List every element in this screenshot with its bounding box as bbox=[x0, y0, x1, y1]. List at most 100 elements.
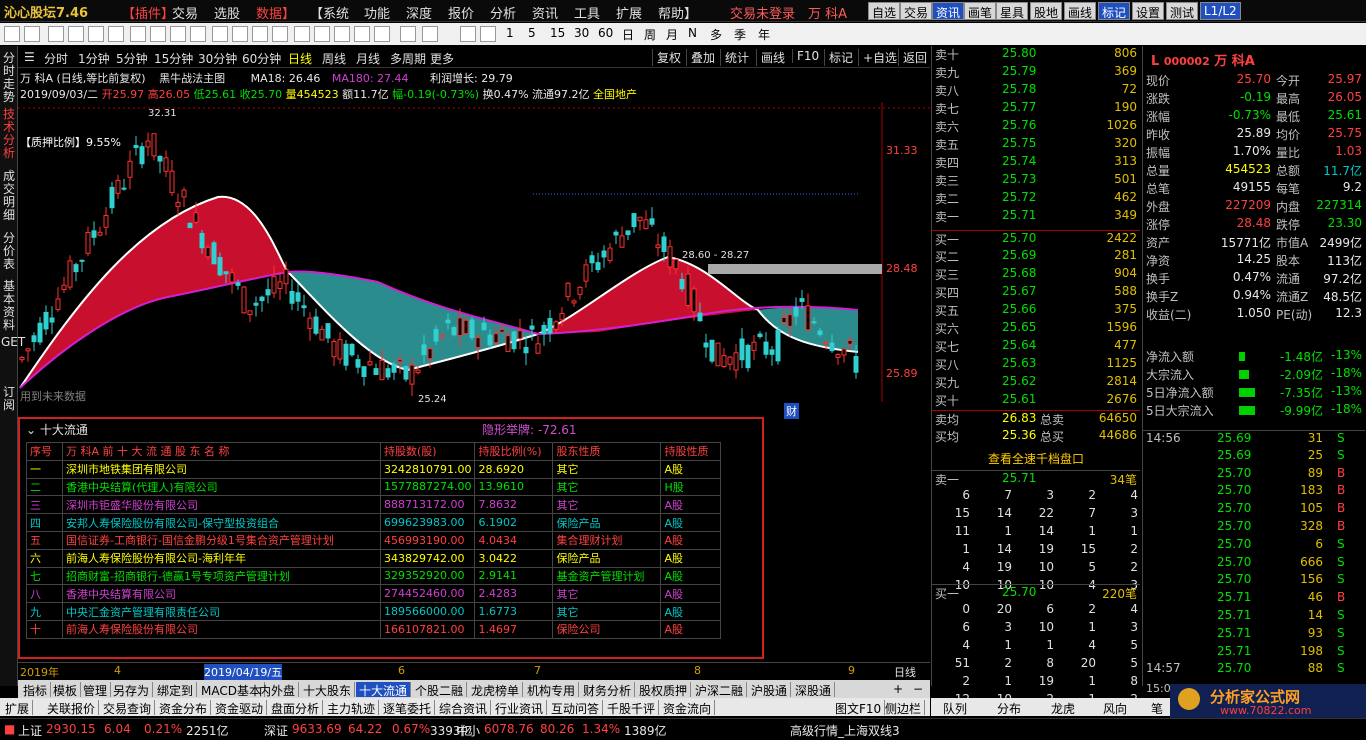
tab-get[interactable]: GET bbox=[1, 336, 25, 349]
ask-row[interactable]: 卖五 25.75 320 bbox=[932, 136, 1140, 154]
zx-label[interactable]: 中小 bbox=[456, 722, 480, 739]
refresh-icon[interactable] bbox=[480, 26, 496, 42]
btn-star[interactable]: 星具 bbox=[996, 2, 1029, 20]
bid-row[interactable]: 买七 25.64 477 bbox=[932, 338, 1140, 356]
period-30min[interactable]: 30分钟 bbox=[198, 50, 237, 67]
menu-depth[interactable]: 深度 bbox=[406, 3, 432, 22]
btn-adjust[interactable]: 复权 bbox=[652, 49, 681, 66]
tab-szconnect[interactable]: 深股通 bbox=[792, 682, 836, 698]
period-30[interactable]: 30 bbox=[574, 26, 589, 40]
btn-add-watch[interactable]: +自选 bbox=[858, 49, 897, 66]
menu-quote[interactable]: 报价 bbox=[448, 3, 474, 22]
line-icon[interactable] bbox=[150, 26, 166, 42]
bid-row[interactable]: 买二 25.69 281 bbox=[932, 248, 1140, 266]
ask-row[interactable]: 卖二 25.72 462 bbox=[932, 190, 1140, 208]
tab-pledge[interactable]: 股权质押 bbox=[636, 682, 692, 698]
btn-pen[interactable]: 画笔 bbox=[964, 2, 997, 20]
tab-margin[interactable]: 个股二融 bbox=[412, 682, 468, 698]
tab-comment[interactable]: 千股千评 bbox=[604, 700, 660, 716]
chart-menu-icon[interactable]: ☰ bbox=[24, 50, 35, 64]
tab-industry-news[interactable]: 行业资讯 bbox=[492, 700, 548, 716]
period-60min[interactable]: 60分钟 bbox=[242, 50, 281, 67]
menu-trade[interactable]: 交易 bbox=[172, 3, 198, 22]
menu-function[interactable]: 功能 bbox=[364, 3, 390, 22]
tab-template[interactable]: 模板 bbox=[50, 682, 82, 698]
tab-stroke[interactable]: 笔 bbox=[1151, 700, 1163, 717]
menu-news[interactable]: 资讯 bbox=[532, 3, 558, 22]
ask-row[interactable]: 卖一 25.71 349 bbox=[932, 208, 1140, 226]
tab-inout[interactable]: 内外盘 bbox=[256, 682, 300, 698]
indicator-name[interactable]: 黑牛战法主图 bbox=[159, 72, 225, 85]
period-multi[interactable]: 多 bbox=[710, 26, 722, 43]
tab-timeshare[interactable]: 分时走势 bbox=[1, 52, 17, 104]
tab-institution[interactable]: 机构专用 bbox=[524, 682, 580, 698]
sh-label[interactable]: 上证 bbox=[18, 722, 42, 739]
candle-icon[interactable] bbox=[130, 26, 146, 42]
tab-dragon[interactable]: 龙虎 bbox=[1051, 700, 1075, 717]
tab-distribution[interactable]: 分布 bbox=[997, 700, 1021, 717]
ask-row[interactable]: 卖八 25.78 72 bbox=[932, 82, 1140, 100]
holder-row[interactable]: 五国信证券-工商银行-国信金鹏分级1号集合资产管理计划 456993190.00 4… bbox=[26, 530, 722, 550]
menu-system[interactable]: 【系统 bbox=[310, 3, 349, 22]
tab-f10-graphic[interactable]: 图文F10 bbox=[832, 700, 886, 716]
ask-row[interactable]: 卖三 25.73 501 bbox=[932, 172, 1140, 190]
tab-fund-drive[interactable]: 资金驱动 bbox=[212, 700, 268, 716]
tab-dragon-tiger[interactable]: 龙虎榜单 bbox=[468, 682, 524, 698]
ask-row[interactable]: 卖十 25.80 806 bbox=[932, 46, 1140, 64]
tab-fund-flow[interactable]: 资金流向 bbox=[660, 700, 716, 716]
window-icon[interactable] bbox=[460, 26, 476, 42]
period-60[interactable]: 60 bbox=[598, 26, 613, 40]
btn-test[interactable]: 测试 bbox=[1166, 2, 1199, 20]
period-more[interactable]: 更多 bbox=[430, 50, 454, 67]
tab-news-all[interactable]: 综合资讯 bbox=[436, 700, 492, 716]
bid-row[interactable]: 买三 25.68 904 bbox=[932, 266, 1140, 284]
holder-row[interactable]: 七招商财富-招商银行-德赢1号专项资产管理计划 329352920.00 2.914… bbox=[26, 566, 722, 586]
tab-saveas[interactable]: 另存为 bbox=[110, 682, 154, 698]
minus-icon[interactable]: − bbox=[910, 682, 926, 697]
btn-overlay[interactable]: 叠加 bbox=[686, 49, 715, 66]
tab-trade-query[interactable]: 交易查询 bbox=[100, 700, 156, 716]
tab-shconnect[interactable]: 沪股通 bbox=[748, 682, 792, 698]
history-icon[interactable] bbox=[272, 26, 288, 42]
tab-macd[interactable]: MACD基本 bbox=[198, 682, 265, 698]
bid-row[interactable]: 买九 25.62 2814 bbox=[932, 374, 1140, 392]
columns-icon[interactable] bbox=[190, 26, 206, 42]
ask-row[interactable]: 卖七 25.77 190 bbox=[932, 100, 1140, 118]
bid-row[interactable]: 买四 25.67 588 bbox=[932, 284, 1140, 302]
bars-vol-icon[interactable] bbox=[374, 26, 390, 42]
kline-chart[interactable]: 32.31 25.24 28.60 - 28.27 【质押比例】9.55% 用到… bbox=[18, 102, 930, 402]
bid-row[interactable]: 买五 25.66 375 bbox=[932, 302, 1140, 320]
bid-row[interactable]: 买六 25.65 1596 bbox=[932, 320, 1140, 338]
period-daily[interactable]: 日线 bbox=[288, 50, 312, 67]
tab-wind[interactable]: 风向 bbox=[1103, 700, 1127, 717]
period-quarter[interactable]: 季 bbox=[734, 26, 746, 43]
tab-finance[interactable]: 财务分析 bbox=[580, 682, 636, 698]
period-n[interactable]: N bbox=[688, 26, 697, 40]
period-day[interactable]: 日 bbox=[622, 26, 634, 43]
btn-trade[interactable]: 交易 bbox=[900, 2, 933, 20]
tab-extend[interactable]: 扩展 bbox=[2, 700, 34, 716]
period-multi-cycle[interactable]: 多周期 bbox=[390, 50, 426, 67]
table-icon[interactable] bbox=[108, 26, 124, 42]
bid-row[interactable]: 买一 25.70 2422 bbox=[932, 230, 1140, 248]
tab-main-track[interactable]: 主力轨迹 bbox=[324, 700, 380, 716]
menu-stockpick[interactable]: 选股 bbox=[214, 3, 240, 22]
period-week[interactable]: 周 bbox=[644, 26, 656, 43]
menu-extend[interactable]: 扩展 bbox=[616, 3, 642, 22]
bid-row[interactable]: 买八 25.63 1125 bbox=[932, 356, 1140, 374]
period-timeshare[interactable]: 分时 bbox=[44, 50, 68, 67]
menu-data[interactable]: 数据】 bbox=[256, 3, 295, 22]
period-5[interactable]: 5 bbox=[528, 26, 536, 40]
btn-back[interactable]: 返回 bbox=[898, 49, 927, 66]
pan-icon[interactable] bbox=[252, 26, 268, 42]
btn-settings[interactable]: 设置 bbox=[1132, 2, 1165, 20]
btn-mark[interactable]: 标记 bbox=[1098, 2, 1131, 20]
btn-watchlist[interactable]: 自选 bbox=[868, 2, 901, 20]
rsi-icon[interactable] bbox=[334, 26, 350, 42]
tab-sidebar[interactable]: 侧边栏 bbox=[882, 700, 926, 716]
bar-chart-icon[interactable] bbox=[88, 26, 104, 42]
tab-basic-info[interactable]: 基本资料 bbox=[1, 280, 17, 332]
tab-qa[interactable]: 互动问答 bbox=[548, 700, 604, 716]
bar-sector[interactable]: 全国地产 bbox=[593, 88, 637, 101]
period-1[interactable]: 1 bbox=[506, 26, 514, 40]
